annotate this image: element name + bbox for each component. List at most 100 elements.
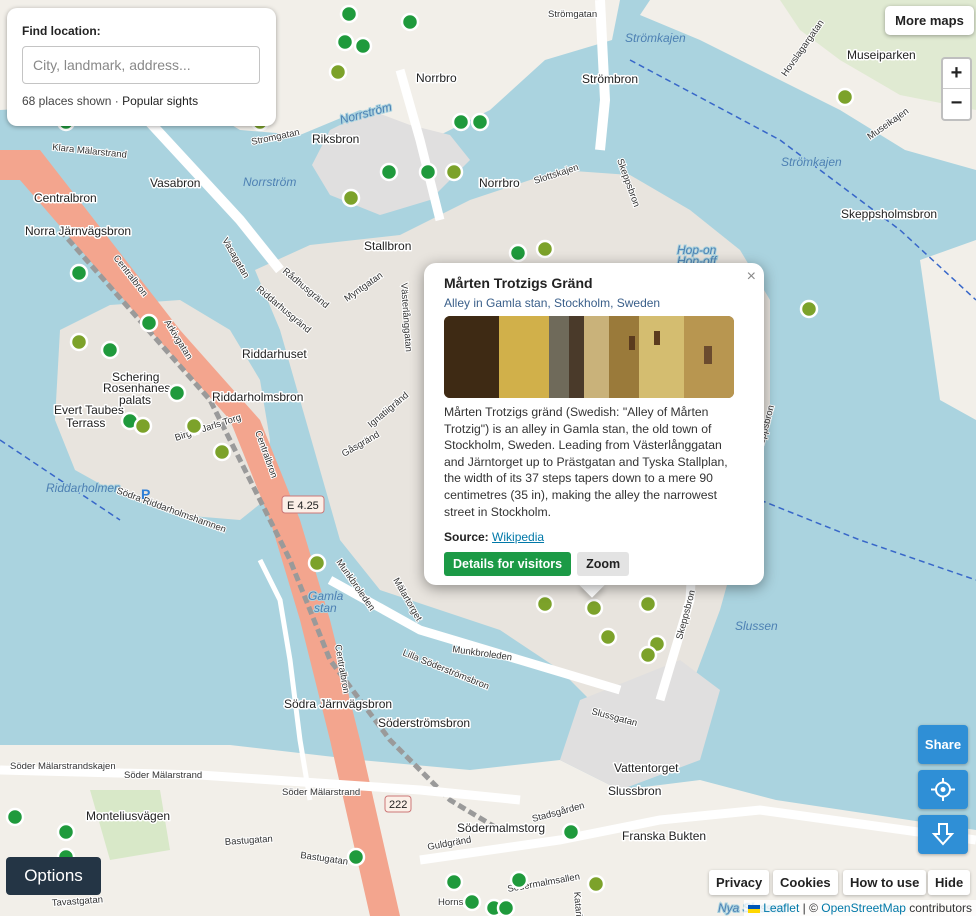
download-button[interactable]	[918, 815, 968, 854]
water-label-stromkajen-2: Strömkajen	[781, 155, 842, 169]
poi-marker[interactable]	[341, 188, 361, 208]
poi-marker[interactable]	[328, 62, 348, 82]
zoom-out-button[interactable]: −	[943, 88, 970, 118]
popup-actions: Details for visitors Zoom	[444, 552, 744, 577]
label-norrbro-top: Norrbro	[416, 71, 457, 85]
search-label: Find location:	[22, 24, 101, 38]
search-panel: Find location: 68 places shown · Popular…	[7, 8, 276, 126]
label-vattentorget: Vattentorget	[614, 761, 679, 775]
label-skeppsholmsbron: Skeppsholmsbron	[841, 207, 937, 221]
place-popup: × Mårten Trotzigs Gränd Alley in Gamla s…	[424, 263, 764, 585]
poi-marker[interactable]	[470, 112, 490, 132]
popup-title: Mårten Trotzigs Gränd	[444, 275, 593, 291]
label-soderstromsbron: Söderströmsbron	[378, 716, 470, 730]
poi-marker[interactable]	[339, 4, 359, 24]
poi-marker[interactable]	[598, 627, 618, 647]
poi-marker[interactable]	[400, 12, 420, 32]
poi-marker[interactable]	[561, 822, 581, 842]
street-soder-malarstrand: Söder Mälarstrand	[124, 770, 202, 781]
poi-marker[interactable]	[379, 162, 399, 182]
poi-marker[interactable]	[496, 898, 516, 916]
leaflet-link[interactable]: Leaflet	[763, 901, 799, 915]
share-button[interactable]: Share	[918, 725, 968, 764]
poi-marker[interactable]	[835, 87, 855, 107]
label-norra-jarnvagsbron: Norra Järnvägsbron	[25, 224, 131, 238]
category-link[interactable]: Popular sights	[122, 94, 198, 108]
label-museiparken: Museiparken	[847, 48, 916, 62]
info-separator: ·	[111, 94, 123, 108]
poi-marker[interactable]	[100, 340, 120, 360]
search-input[interactable]	[22, 46, 260, 84]
poi-marker[interactable]	[346, 847, 366, 867]
label-stallbron: Stallbron	[364, 239, 411, 253]
label-slussbron: Slussbron	[608, 784, 661, 798]
poi-marker[interactable]	[462, 892, 482, 912]
how-to-use-button[interactable]: How to use	[843, 870, 927, 895]
poi-marker[interactable]	[5, 807, 25, 827]
poi-marker[interactable]	[56, 822, 76, 842]
water-label-slussen: Slussen	[735, 619, 778, 633]
water-label-riddarholmen: Riddarholmen	[46, 481, 121, 495]
locate-button[interactable]	[918, 770, 968, 809]
poi-marker[interactable]	[535, 239, 555, 259]
label-centralbron-top: Centralbron	[34, 191, 97, 205]
cookies-button[interactable]: Cookies	[773, 870, 838, 895]
label-riksbron: Riksbron	[312, 132, 359, 146]
hide-button[interactable]: Hide	[928, 870, 971, 895]
poi-marker[interactable]	[167, 383, 187, 403]
poi-marker[interactable]	[353, 36, 373, 56]
label-sodra-jarnvagsbron: Södra Järnvägsbron	[284, 697, 392, 711]
parking-icon: P	[141, 486, 150, 502]
poi-marker[interactable]	[586, 874, 606, 894]
road-shield-e425-label: E 4.25	[287, 500, 319, 512]
download-arrow-icon	[931, 823, 955, 846]
alley-photo	[444, 316, 734, 398]
poi-marker[interactable]	[184, 416, 204, 436]
popup-description: Mårten Trotzigs gränd (Swedish: "Alley o…	[444, 405, 728, 519]
close-icon[interactable]: ×	[747, 268, 756, 286]
poi-marker[interactable]	[133, 416, 153, 436]
more-maps-button[interactable]: More maps	[885, 6, 974, 35]
poi-marker[interactable]	[638, 594, 658, 614]
poi-marker[interactable]	[69, 332, 89, 352]
popup-source: Source: Wikipedia	[444, 530, 744, 544]
zoom-to-button[interactable]: Zoom	[577, 552, 630, 577]
label-riddarhuset: Riddarhuset	[242, 347, 307, 361]
water-label-stromkajen-1: Strömkajen	[625, 31, 686, 45]
attribution-suffix: contributors	[905, 901, 972, 915]
poi-marker[interactable]	[444, 162, 464, 182]
poi-marker[interactable]	[535, 594, 555, 614]
poi-marker[interactable]	[307, 553, 327, 573]
poi-marker[interactable]	[139, 313, 159, 333]
map-attribution: Leaflet | © OpenStreetMap contributors	[743, 900, 976, 916]
label-strombron: Strömbron	[582, 72, 638, 86]
attribution-separator: | ©	[799, 901, 822, 915]
water-label-stan: stan	[314, 601, 337, 615]
road-shield-222-label: 222	[389, 799, 407, 811]
poi-marker[interactable]	[638, 645, 658, 665]
poi-marker[interactable]	[508, 243, 528, 263]
label-franska-bukten: Franska Bukten	[622, 829, 706, 843]
label-sodermalmstorg: Södermalmstorg	[457, 821, 545, 835]
label-riddarholmsbron: Riddarholmsbron	[212, 390, 303, 404]
options-button[interactable]: Options	[6, 857, 101, 895]
street-soder-malarstrand2: Söder Mälarstrand	[282, 787, 360, 798]
poi-marker[interactable]	[451, 112, 471, 132]
street-stromgatan: Strömgatan	[548, 9, 597, 20]
label-norrbro: Norrbro	[479, 176, 520, 190]
poi-marker[interactable]	[335, 32, 355, 52]
poi-marker[interactable]	[69, 263, 89, 283]
source-link[interactable]: Wikipedia	[492, 530, 544, 544]
zoom-in-button[interactable]: +	[943, 59, 970, 88]
privacy-button[interactable]: Privacy	[709, 870, 770, 895]
places-count: 68 places shown	[22, 94, 112, 108]
poi-marker[interactable]	[418, 162, 438, 182]
poi-marker[interactable]	[212, 442, 232, 462]
osm-link[interactable]: OpenStreetMap	[821, 901, 906, 915]
details-button[interactable]: Details for visitors	[444, 552, 572, 577]
poi-marker[interactable]	[799, 299, 819, 319]
poi-marker[interactable]	[584, 598, 604, 618]
poi-marker[interactable]	[444, 872, 464, 892]
poi-marker[interactable]	[509, 870, 529, 890]
popup-photo[interactable]	[444, 316, 734, 398]
